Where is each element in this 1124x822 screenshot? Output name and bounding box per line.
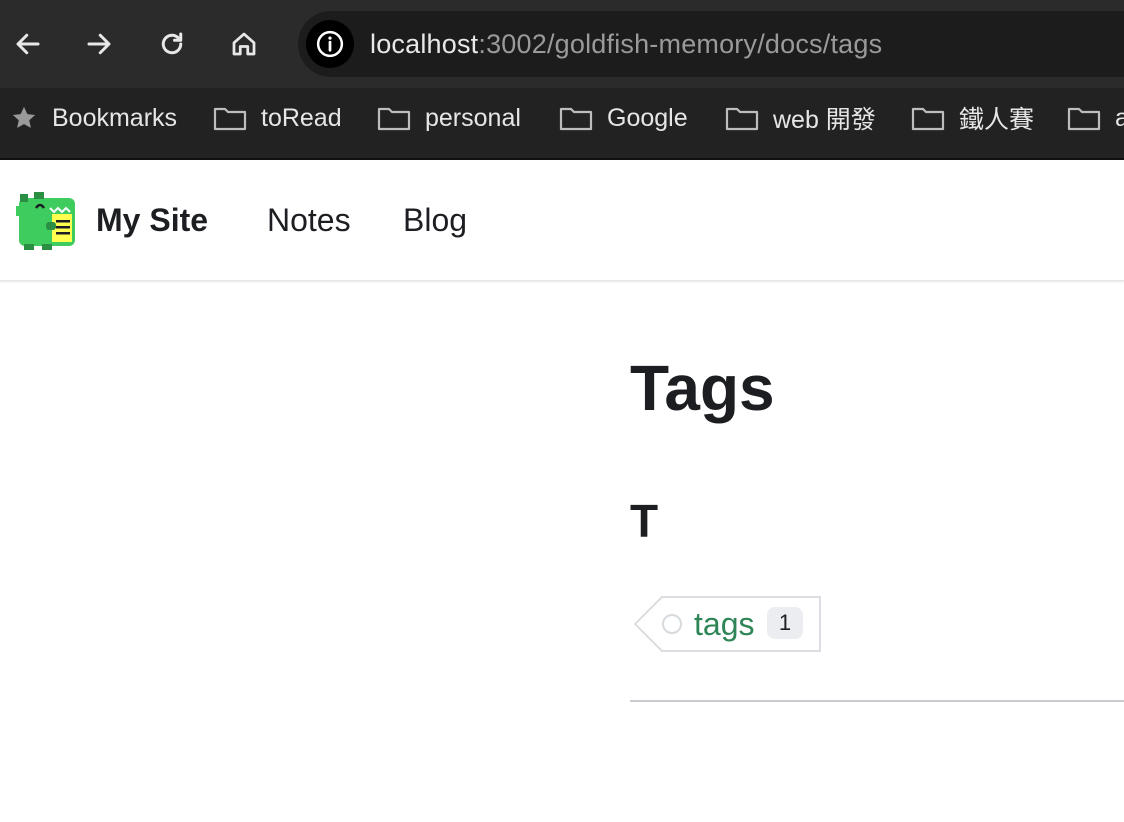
site-title-link[interactable]: My Site bbox=[96, 202, 208, 239]
url-host: localhost bbox=[370, 29, 479, 59]
bookmark-bookmarks[interactable]: Bookmarks bbox=[10, 88, 177, 148]
site-navbar: My Site Notes Blog bbox=[0, 160, 1124, 281]
bookmarks-bar: Bookmarks toRead personal Google web 開發 … bbox=[0, 88, 1124, 160]
bookmark-label: 鐵人賽 bbox=[959, 106, 1035, 134]
bookmark-label: web 開發 bbox=[773, 106, 876, 134]
home-button[interactable] bbox=[222, 22, 266, 66]
bookmark-folder-personal[interactable]: personal bbox=[377, 88, 521, 148]
reload-icon bbox=[161, 32, 183, 55]
back-button[interactable] bbox=[6, 22, 50, 66]
page-title: Tags bbox=[630, 352, 775, 424]
bookmark-folder-ironman[interactable]: 鐵人賽 bbox=[911, 88, 1034, 148]
reload-button[interactable] bbox=[150, 22, 194, 66]
bookmark-folder-web[interactable]: web 開發 bbox=[725, 88, 876, 148]
bookmark-folder-a[interactable]: a bbox=[1067, 88, 1124, 148]
bookmark-label: Bookmarks bbox=[52, 103, 178, 132]
site-info-button[interactable] bbox=[306, 20, 354, 68]
folder-icon bbox=[911, 104, 945, 132]
arrow-right-icon bbox=[87, 33, 111, 55]
arrow-left-icon bbox=[16, 33, 40, 55]
url-path: :3002/goldfish-memory/docs/tags bbox=[478, 29, 883, 59]
home-icon bbox=[232, 32, 256, 56]
bookmark-label: Google bbox=[607, 103, 688, 132]
star-icon bbox=[10, 104, 38, 132]
info-icon bbox=[316, 30, 344, 58]
url-text: localhost:3002/goldfish-memory/docs/tags bbox=[370, 27, 882, 61]
divider bbox=[630, 700, 1124, 702]
folder-icon bbox=[213, 104, 247, 132]
browser-toolbar: localhost:3002/goldfish-memory/docs/tags bbox=[0, 0, 1124, 88]
nav-link-blog[interactable]: Blog bbox=[403, 202, 467, 239]
folder-icon bbox=[377, 104, 411, 132]
tag-label: tags bbox=[694, 606, 755, 642]
folder-icon bbox=[725, 104, 759, 132]
forward-button[interactable] bbox=[77, 22, 121, 66]
dinosaur-logo-icon[interactable] bbox=[16, 192, 80, 250]
bookmark-folder-toread[interactable]: toRead bbox=[213, 88, 342, 148]
bookmark-folder-google[interactable]: Google bbox=[559, 88, 688, 148]
nav-link-notes[interactable]: Notes bbox=[267, 202, 351, 239]
bookmark-label: a bbox=[1115, 103, 1124, 132]
address-bar[interactable]: localhost:3002/goldfish-memory/docs/tags bbox=[298, 11, 1124, 77]
bookmark-label: toRead bbox=[261, 103, 342, 132]
tag-count-badge: 1 bbox=[767, 607, 803, 639]
tag-hole-icon bbox=[662, 614, 682, 634]
folder-icon bbox=[559, 104, 593, 132]
tag-group-letter: T bbox=[630, 495, 659, 547]
bookmark-label: personal bbox=[425, 103, 521, 132]
folder-icon bbox=[1067, 104, 1101, 132]
